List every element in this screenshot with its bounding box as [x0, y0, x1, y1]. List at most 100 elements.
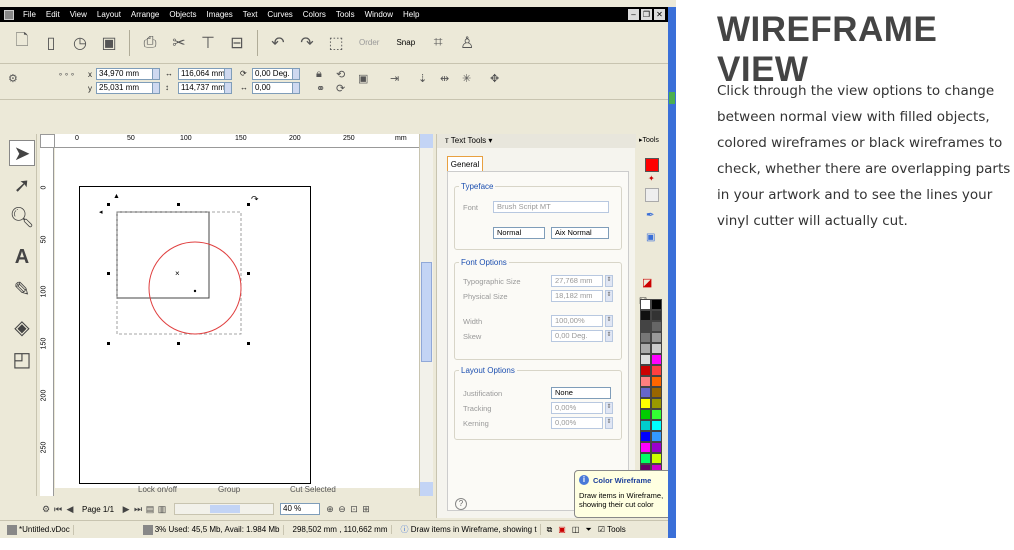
palette-swatch[interactable]	[640, 299, 651, 310]
recent-clock-icon[interactable]: ◷	[68, 31, 92, 55]
palette-swatch[interactable]	[640, 398, 651, 409]
typo-spinner[interactable]: ⇕	[605, 275, 613, 287]
refresh-icon[interactable]: ⟲	[336, 68, 345, 81]
palette-swatch[interactable]	[640, 431, 651, 442]
redo-icon[interactable]: ↷	[295, 31, 319, 55]
save-disk-icon[interactable]: ▣	[97, 31, 121, 55]
group-label[interactable]: Group	[218, 485, 240, 494]
palette-swatch[interactable]	[651, 376, 662, 387]
width-spinner[interactable]: ⇕	[605, 315, 613, 327]
open-document-icon[interactable]: ▯	[39, 31, 63, 55]
align-horizontal-icon[interactable]: ⇥	[390, 72, 399, 85]
hscroll-thumb[interactable]	[210, 505, 241, 513]
palette-swatch[interactable]	[651, 310, 662, 321]
palette-swatch[interactable]	[640, 354, 651, 365]
swap-color-icon[interactable]: ✦	[648, 174, 655, 183]
next-page-icon[interactable]: ▶	[120, 503, 132, 515]
view-normal-icon[interactable]: ⧉	[547, 525, 553, 535]
menu-layout[interactable]: Layout	[92, 10, 126, 19]
canvas-vertical-scrollbar[interactable]	[419, 134, 433, 496]
palette-swatch[interactable]	[651, 398, 662, 409]
wizard-icon[interactable]: ♙	[455, 31, 479, 55]
view-color-wireframe-icon[interactable]: ▣	[558, 525, 566, 534]
typographic-size-field[interactable]: 27,768 mm	[551, 275, 603, 287]
palette-swatch[interactable]	[640, 453, 651, 464]
zoom-out-icon[interactable]: ⊖	[336, 503, 348, 515]
menu-view[interactable]: View	[65, 10, 92, 19]
select-arrow-icon[interactable]: ➤	[9, 140, 35, 166]
palette-swatch[interactable]	[651, 343, 662, 354]
cutter-setup-icon[interactable]: ⊤	[196, 31, 220, 55]
zoom-fit-icon[interactable]: ⊞	[360, 503, 372, 515]
link-icon[interactable]: ⚭	[316, 82, 325, 95]
scroll-thumb[interactable]	[421, 262, 432, 362]
selection-mode-icon[interactable]: ⬚	[324, 31, 348, 55]
palette-swatch[interactable]	[640, 365, 651, 376]
palette-swatch[interactable]	[640, 321, 651, 332]
text-tool-icon[interactable]: A	[9, 244, 35, 270]
menu-colors[interactable]: Colors	[298, 10, 331, 19]
stroke-color-swatch[interactable]	[645, 188, 659, 202]
panel-dropdown-icon[interactable]: ▾	[486, 136, 492, 145]
zoom-field[interactable]: 40 %	[280, 503, 321, 515]
tools-header[interactable]: ▸Tools	[636, 134, 668, 148]
snap-button[interactable]: Snap	[390, 38, 421, 47]
kerning-field[interactable]: 0,00%	[551, 417, 603, 429]
page-settings-icon[interactable]: ⚙	[40, 503, 52, 515]
tools-toggle[interactable]: ☑ Tools	[598, 525, 626, 534]
menu-tools[interactable]: Tools	[331, 10, 360, 19]
palette-swatch[interactable]	[651, 321, 662, 332]
palette-swatch[interactable]	[640, 387, 651, 398]
zoom-page-icon[interactable]: ⊡	[348, 503, 360, 515]
distribute-icon[interactable]: ✥	[490, 72, 499, 85]
palette-swatch[interactable]	[651, 332, 662, 343]
palette-swatch[interactable]	[651, 387, 662, 398]
minimize-icon[interactable]: –	[628, 9, 639, 20]
scroll-up-button[interactable]	[420, 134, 433, 148]
y-spinner[interactable]	[152, 83, 159, 93]
undo-icon[interactable]: ↶	[266, 31, 290, 55]
zoom-in-icon[interactable]: ⊕	[324, 503, 336, 515]
height-field[interactable]: 114,737 mm	[178, 82, 232, 94]
x-position-field[interactable]: 34,970 mm	[96, 68, 160, 80]
app-system-icon[interactable]	[4, 9, 14, 20]
palette-swatch[interactable]	[640, 442, 651, 453]
palette-swatch[interactable]	[640, 310, 651, 321]
menu-arrange[interactable]: Arrange	[126, 10, 164, 19]
cut-selected-label[interactable]: Cut Selected	[290, 485, 336, 494]
scroll-down-button[interactable]	[420, 482, 433, 496]
y-position-field[interactable]: 25,031 mm	[96, 82, 160, 94]
rotation-spinner[interactable]	[292, 69, 299, 79]
new-document-icon[interactable]: 🗋	[10, 31, 34, 55]
font-select[interactable]: Brush Script MT	[493, 201, 609, 213]
skew-field[interactable]: 0,00 Deg.	[551, 330, 603, 342]
palette-swatch[interactable]	[651, 453, 662, 464]
lock-icon[interactable]: 🔒︎	[316, 68, 322, 81]
reference-point-icon[interactable]: ∘∘∘	[58, 70, 76, 79]
wireframe-artwork[interactable]: × ▲ ↷ ◂	[55, 148, 419, 488]
reset-icon[interactable]: ⟳	[336, 82, 345, 95]
palette-swatch[interactable]	[651, 299, 662, 310]
tab-general[interactable]: General	[447, 156, 483, 172]
offset-spinner[interactable]	[292, 83, 299, 93]
palette-swatch[interactable]	[640, 420, 651, 431]
menu-curves[interactable]: Curves	[262, 10, 297, 19]
phys-spinner[interactable]: ⇕	[605, 290, 613, 302]
print-icon[interactable]: ⎙	[138, 31, 162, 55]
justification-select[interactable]: None	[551, 387, 611, 399]
font-style-select[interactable]: Normal	[493, 227, 545, 239]
eyedropper-icon[interactable]: ✒	[646, 210, 654, 221]
align-vertical-icon[interactable]: ⇣	[418, 72, 427, 85]
width-spinner[interactable]	[224, 69, 231, 79]
menu-text[interactable]: Text	[238, 10, 263, 19]
color-fill-tool-icon[interactable]: ◪	[642, 276, 652, 289]
canvas-horizontal-scrollbar[interactable]	[174, 503, 275, 515]
palette-swatch[interactable]	[651, 354, 662, 365]
palette-swatch[interactable]	[651, 409, 662, 420]
menu-help[interactable]: Help	[398, 10, 424, 19]
panel-header[interactable]: ᴛ Text Tools ▾	[437, 134, 636, 148]
palette-swatch[interactable]	[651, 365, 662, 376]
rotation-field[interactable]: 0,00 Deg.	[252, 68, 300, 80]
zoom-magnifier-icon[interactable]: 🔍︎	[9, 204, 35, 230]
shapes-tool-icon[interactable]: ◰	[9, 346, 35, 372]
